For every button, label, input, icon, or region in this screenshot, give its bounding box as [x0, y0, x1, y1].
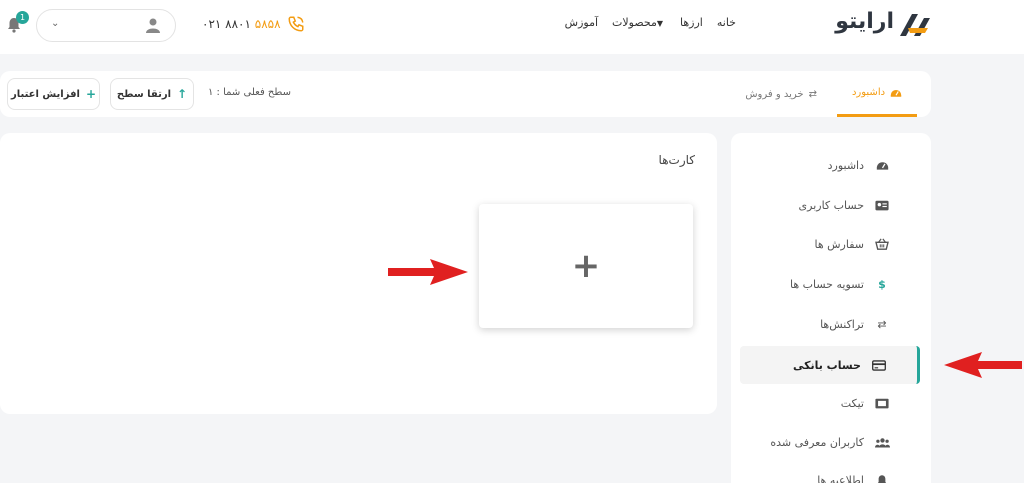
- ticket-icon: [874, 395, 890, 411]
- upgrade-level-button[interactable]: ↑ ارتقا سطح: [110, 78, 194, 110]
- top-bar: ارایتو خانه ارزها محصولات▼ آموزش ۰۲۱ ۸۸۰…: [0, 0, 1024, 54]
- main-nav: خانه ارزها محصولات▼ آموزش: [565, 16, 736, 34]
- dashboard-tabs-bar: داشبورد ⇄ خرید و فروش سطح فعلی شما : ۱ ↑…: [0, 71, 931, 117]
- sidebar-item-label: داشبورد: [827, 158, 864, 172]
- sidebar-item-label: کاربران معرفی شده: [770, 435, 864, 449]
- upgrade-level-label: ارتقا سطح: [116, 88, 172, 100]
- exchange-icon: ⇄: [877, 317, 887, 331]
- increase-credit-button[interactable]: + افزایش اعتبار: [7, 78, 100, 110]
- chevron-down-icon: ▼: [656, 19, 664, 28]
- sidebar: داشبورد حساب کاربری سفارش ها $ تسویه حسا…: [731, 133, 931, 483]
- tab-dashboard[interactable]: داشبورد: [837, 71, 917, 117]
- sidebar-item-bank-account[interactable]: حساب بانکی: [740, 346, 920, 384]
- chevron-down-icon: ⌄: [51, 18, 60, 29]
- sidebar-item-transactions[interactable]: ⇄ تراکنش‌ها: [740, 305, 920, 343]
- sidebar-item-label: تیکت: [840, 396, 864, 410]
- basket-icon: [874, 236, 890, 252]
- nav-currencies[interactable]: ارزها: [680, 16, 703, 34]
- sidebar-item-label: تراکنش‌ها: [820, 317, 864, 331]
- annotation-arrow-right-icon: [388, 259, 468, 285]
- nav-products-label: محصولات: [612, 16, 657, 29]
- cards-title: کارت‌ها: [658, 153, 695, 167]
- nav-products[interactable]: محصولات▼: [612, 16, 666, 34]
- nav-home[interactable]: خانه: [717, 16, 736, 34]
- sidebar-item-dashboard[interactable]: داشبورد: [740, 146, 920, 184]
- bell-icon: [874, 472, 890, 483]
- sidebar-item-orders[interactable]: سفارش ها: [740, 225, 920, 263]
- id-card-icon: [874, 197, 890, 213]
- cards-panel: کارت‌ها +: [0, 133, 717, 414]
- dollar-icon: $: [878, 277, 886, 291]
- arrow-up-icon: ↑: [177, 87, 188, 101]
- logo-text: ارایتو: [835, 9, 895, 34]
- sidebar-item-label: سفارش ها: [814, 237, 864, 251]
- logo-mark-icon: [900, 14, 930, 36]
- sidebar-item-referred-users[interactable]: کاربران معرفی شده: [740, 423, 920, 461]
- annotation-arrow-left-icon: [944, 352, 1022, 378]
- logo[interactable]: ارایتو: [824, 6, 934, 42]
- add-card-button[interactable]: +: [479, 204, 693, 328]
- tab-dashboard-label: داشبورد: [851, 87, 886, 98]
- sidebar-item-label: حساب کاربری: [798, 198, 864, 212]
- gauge-icon: [874, 157, 890, 173]
- user-menu-dropdown[interactable]: ⌄: [36, 9, 176, 42]
- credit-card-icon: [871, 357, 887, 373]
- notification-badge: 1: [16, 11, 29, 24]
- plus-icon: +: [85, 87, 96, 101]
- sidebar-item-notices[interactable]: اطلاعیه ها: [740, 461, 920, 483]
- users-icon: [874, 434, 890, 450]
- sidebar-item-label: اطلاعیه ها: [817, 473, 864, 483]
- phone-prefix: ۰۲۱ ۸۸۰۱: [202, 17, 251, 31]
- phone-number: ۰۲۱ ۸۸۰۱ ۵۸۵۸: [202, 17, 281, 31]
- gauge-icon: [890, 89, 902, 97]
- current-level-text: سطح فعلی شما : ۱: [208, 87, 291, 98]
- phone-icon: [288, 16, 304, 32]
- sidebar-item-account[interactable]: حساب کاربری: [740, 186, 920, 224]
- sidebar-item-label: حساب بانکی: [792, 358, 861, 372]
- sidebar-item-label: تسویه حساب ها: [790, 277, 864, 291]
- support-phone[interactable]: ۰۲۱ ۸۸۰۱ ۵۸۵۸: [202, 15, 305, 33]
- sidebar-item-settlements[interactable]: $ تسویه حساب ها: [740, 265, 920, 303]
- phone-suffix: ۵۸۵۸: [254, 17, 281, 31]
- tab-trade-label: خرید و فروش: [745, 88, 804, 100]
- increase-credit-label: افزایش اعتبار: [11, 88, 80, 100]
- exchange-icon: ⇄: [808, 88, 817, 100]
- plus-icon: +: [571, 246, 601, 286]
- tab-trade[interactable]: ⇄ خرید و فروش: [745, 71, 817, 117]
- nav-learning[interactable]: آموزش: [565, 16, 598, 34]
- user-icon: [146, 18, 160, 33]
- sidebar-item-ticket[interactable]: تیکت: [740, 384, 920, 422]
